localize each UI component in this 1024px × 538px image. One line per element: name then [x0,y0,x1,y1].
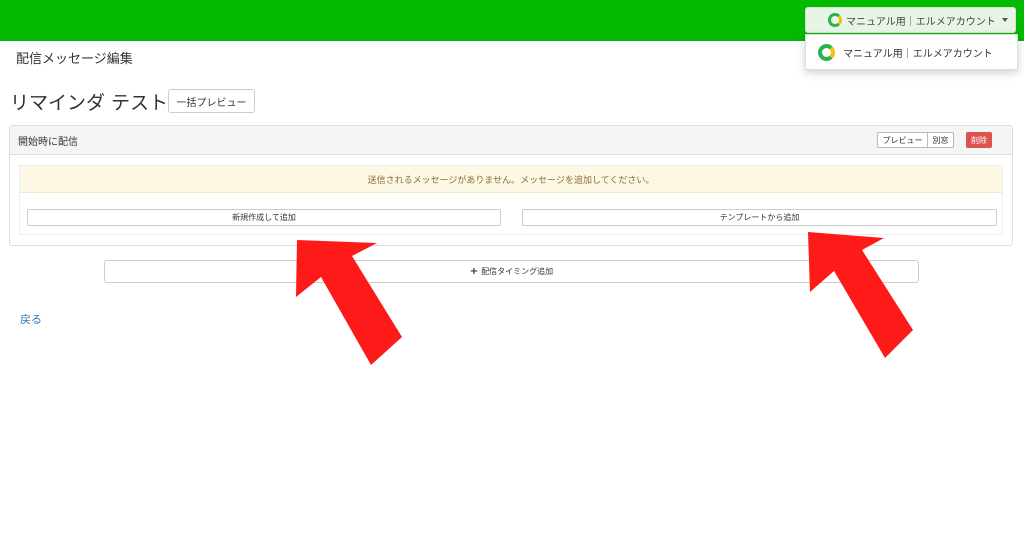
account-dropdown-item[interactable]: マニュアル用｜エルメアカウント [805,34,1018,70]
preview-button-group: プレビュー 別窓 [877,132,954,148]
panel-header: 開始時に配信 プレビュー 別窓 削除 [10,126,1012,155]
new-create-add-button[interactable]: 新規作成して追加 [27,209,501,226]
account-logo-icon [818,43,835,61]
plus-icon: + [469,266,479,277]
page-title: リマインダ テスト [10,92,169,114]
account-switcher-button[interactable]: マニュアル用｜エルメアカウント [805,7,1016,33]
preview-button[interactable]: プレビュー [877,132,928,148]
annotation-arrow-left [296,240,402,365]
back-link[interactable]: 戻る [20,311,42,327]
separate-window-button[interactable]: 別窓 [928,132,954,148]
breadcrumb: 配信メッセージ編集 [16,52,133,67]
caret-down-icon [1001,18,1008,22]
annotation-arrow-right [808,232,913,358]
account-label: マニュアル用｜エルメアカウント [846,16,996,28]
delete-button[interactable]: 削除 [966,132,992,148]
message-area: 送信されるメッセージがありません。メッセージを追加してください。 新規作成して追… [19,165,1003,235]
timing-panel: 開始時に配信 プレビュー 別窓 削除 送信されるメッセージがありません。メッセー… [9,125,1013,246]
template-add-button[interactable]: テンプレートから追加 [522,209,997,226]
empty-message-alert: 送信されるメッセージがありません。メッセージを追加してください。 [20,166,1002,193]
add-timing-button[interactable]: + 配信タイミング追加 [104,260,919,283]
panel-title: 開始時に配信 [18,137,78,148]
account-logo-icon [828,13,842,27]
add-timing-label: 配信タイミング追加 [481,267,554,276]
preview-all-button[interactable]: 一括プレビュー [168,89,255,113]
dropdown-item-label: マニュアル用｜エルメアカウント [843,48,993,60]
